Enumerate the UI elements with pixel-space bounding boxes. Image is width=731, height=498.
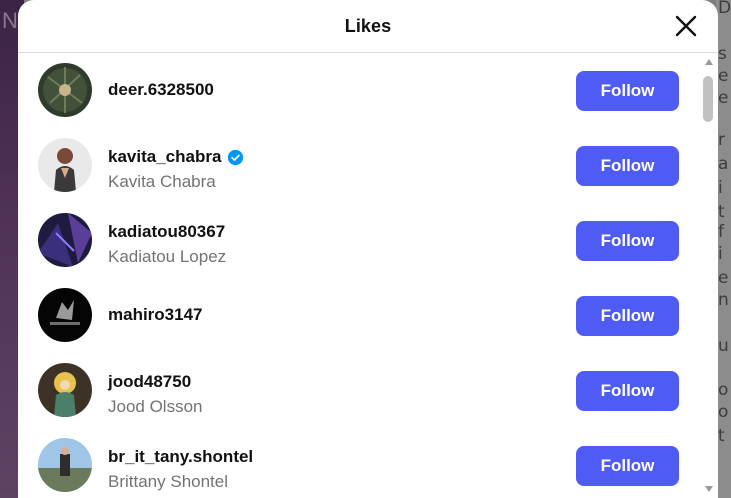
backdrop-right: Day s e e r a i t f i e n u o o t [716, 0, 731, 498]
username[interactable]: deer.6328500 [108, 80, 214, 100]
close-button[interactable] [674, 14, 698, 38]
follow-button[interactable]: Follow [576, 221, 679, 261]
user-names: deer.6328500 [108, 80, 214, 100]
user-names: jood48750 Jood Olsson [108, 372, 203, 417]
scrollbar[interactable] [700, 53, 718, 498]
avatar[interactable] [38, 288, 92, 342]
list-item[interactable]: mahiro3147 Follow [18, 278, 700, 353]
list-item[interactable]: br_it_tany.shontel Brittany Shontel Foll… [18, 428, 700, 498]
follow-button[interactable]: Follow [576, 446, 679, 486]
username[interactable]: mahiro3147 [108, 305, 203, 325]
dialog-title: Likes [344, 15, 392, 36]
close-icon [675, 15, 697, 37]
avatar[interactable] [38, 363, 92, 417]
user-names: kavita_chabra Kavita Chabra [108, 147, 244, 192]
full-name: Brittany Shontel [108, 472, 229, 491]
avatar[interactable] [38, 63, 92, 117]
user-names: kadiatou80367 Kadiatou Lopez [108, 222, 226, 267]
scroll-thumb[interactable] [703, 76, 713, 122]
follow-button[interactable]: Follow [576, 146, 679, 186]
backdrop-decoration: N [2, 8, 18, 33]
scroll-up-icon[interactable] [705, 59, 713, 65]
user-names: mahiro3147 [108, 305, 203, 325]
follow-button[interactable]: Follow [576, 71, 679, 111]
dialog-header: Likes [18, 0, 718, 53]
likes-list: deer.6328500 Follow kavita_chabra Kavita… [18, 53, 700, 498]
follow-button[interactable]: Follow [576, 296, 679, 336]
avatar[interactable] [38, 213, 92, 267]
avatar[interactable] [38, 438, 92, 492]
username[interactable]: br_it_tany.shontel [108, 447, 253, 467]
list-item[interactable]: kavita_chabra Kavita Chabra Follow [18, 128, 700, 203]
avatar[interactable] [38, 138, 92, 192]
scroll-down-icon[interactable] [705, 486, 713, 492]
username[interactable]: kavita_chabra [108, 147, 244, 167]
full-name: Kadiatou Lopez [108, 247, 227, 266]
follow-button[interactable]: Follow [576, 371, 679, 411]
list-item[interactable]: deer.6328500 Follow [18, 53, 700, 128]
list-item[interactable]: kadiatou80367 Kadiatou Lopez Follow [18, 203, 700, 278]
username[interactable]: jood48750 [108, 372, 203, 392]
full-name: Jood Olsson [108, 397, 203, 416]
list-item[interactable]: jood48750 Jood Olsson Follow [18, 353, 700, 428]
verified-badge-icon [228, 149, 244, 165]
full-name: Kavita Chabra [108, 172, 216, 191]
user-names: br_it_tany.shontel Brittany Shontel [108, 447, 253, 492]
username[interactable]: kadiatou80367 [108, 222, 226, 242]
likes-dialog: Likes deer.6328500 Follow kavita_chabra … [18, 0, 718, 498]
